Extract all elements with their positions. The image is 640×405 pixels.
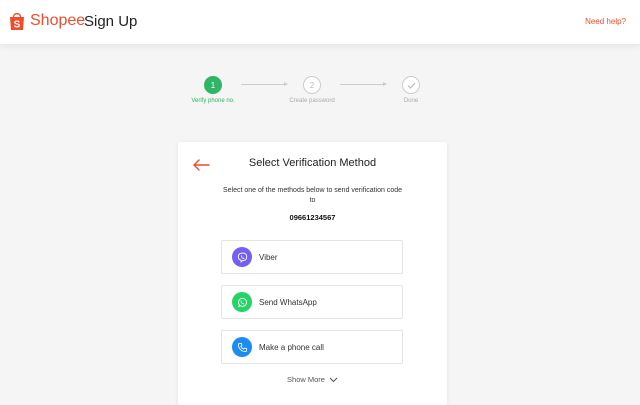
phone-number: 09661234567	[289, 213, 336, 222]
step-verify-phone: 1 Verify phone no.	[178, 76, 248, 104]
page-title: Sign Up	[84, 13, 138, 30]
phone-icon	[232, 337, 252, 357]
step-3-label: Done	[403, 98, 419, 104]
chevron-down-icon	[329, 377, 338, 382]
method-viber-label: Viber	[259, 252, 278, 262]
check-icon	[407, 82, 415, 89]
shopping-bag-icon: S	[10, 12, 24, 31]
method-whatsapp-label: Send WhatsApp	[259, 297, 317, 307]
step-create-password: 2 Create password	[277, 76, 347, 104]
top-header: S Shopee Sign Up Need help?	[0, 0, 640, 44]
shopee-logo[interactable]: S Shopee	[8, 10, 85, 32]
svg-text:S: S	[14, 20, 21, 31]
method-viber-button[interactable]: Viber	[221, 240, 403, 274]
brand-name: Shopee	[30, 12, 86, 29]
card-description: Select one of the methods below to send …	[223, 187, 402, 204]
viber-icon	[232, 247, 252, 267]
step-1-label: Verify phone no.	[191, 98, 235, 104]
whatsapp-icon	[232, 292, 252, 312]
show-more-button[interactable]: Show More	[178, 375, 447, 384]
method-phone-call-button[interactable]: Make a phone call	[221, 330, 403, 364]
method-phone-call-label: Make a phone call	[259, 342, 324, 352]
need-help-link[interactable]: Need help?	[585, 17, 626, 26]
step-3-circle	[402, 76, 420, 94]
verification-method-card: Select Verification Method Select one of…	[178, 142, 447, 405]
method-whatsapp-button[interactable]: Send WhatsApp	[221, 285, 403, 319]
signup-stepper: 1 Verify phone no. 2 Create password Don…	[0, 76, 640, 110]
step-done: Done	[376, 76, 446, 104]
show-more-label: Show More	[287, 375, 325, 384]
step-1-circle: 1	[204, 76, 222, 94]
step-2-circle: 2	[303, 76, 321, 94]
step-2-label: Create password	[289, 98, 335, 104]
card-title: Select Verification Method	[248, 157, 377, 169]
